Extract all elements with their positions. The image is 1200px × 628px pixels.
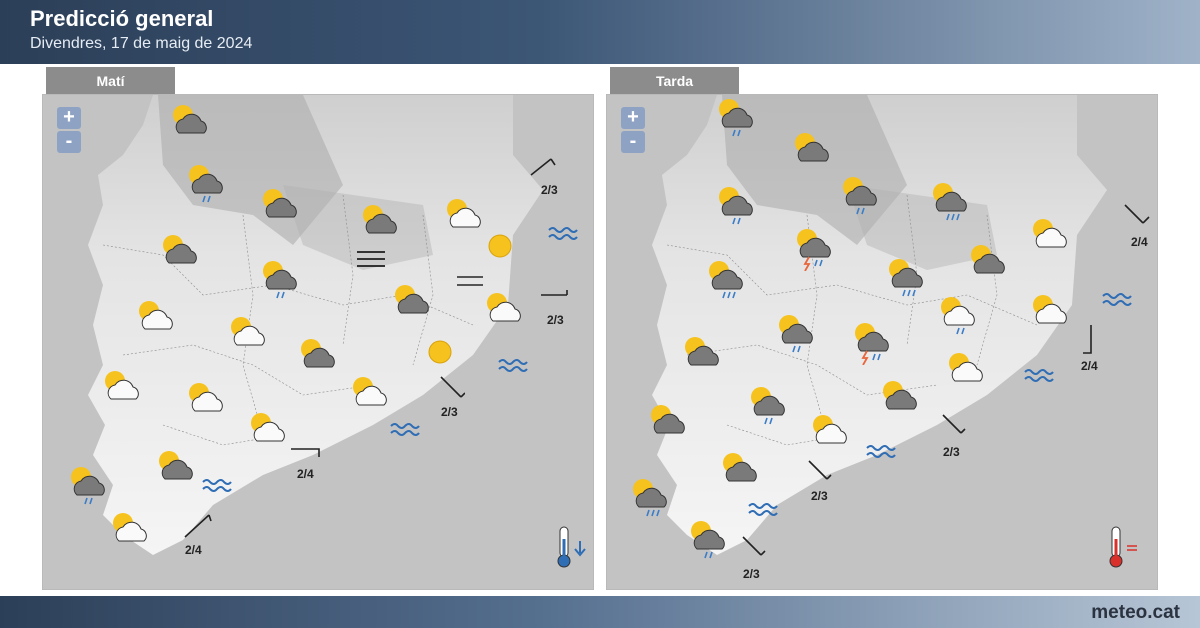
fog-icon [457, 276, 483, 286]
wind-speed-label: 2/3 [541, 183, 558, 197]
fog-icon [357, 251, 385, 267]
sun-white-cloud-icon [487, 293, 521, 322]
sun-white-cloud-icon [353, 377, 387, 406]
sun-cloud-rain-icon [633, 479, 667, 517]
sun-cloud-icon [795, 133, 829, 162]
sun-white-cloud-icon [1033, 219, 1067, 248]
tab-tarda[interactable]: Tarda [610, 67, 739, 95]
sun-white-cloud-icon [949, 353, 983, 382]
sun-cloud-rain-icon [889, 259, 923, 297]
sun-cloud-rain-icon [843, 177, 877, 215]
wind-speed-label: 2/4 [1131, 235, 1148, 249]
sun-cloud-icon [651, 405, 685, 434]
wind-arrow-icon [184, 514, 212, 538]
sun-white-cloud-icon [113, 513, 147, 542]
sun-cloud-rain-icon [263, 261, 297, 299]
logo-tld: .cat [1147, 602, 1180, 623]
wind-arrow-icon [808, 460, 832, 480]
sea-waves-icon [498, 359, 528, 372]
map-panel-mati[interactable]: + - 2/3 2/3 2/3 2/4 2/4 [42, 94, 594, 590]
sun-cloud-rain-icon [189, 165, 223, 203]
sea-waves-icon [548, 227, 578, 240]
tab-mati[interactable]: Matí [46, 67, 175, 95]
page-title: Predicció general [30, 6, 214, 31]
zoom-controls: + - [621, 107, 645, 155]
sea-waves-icon [1024, 369, 1054, 382]
sun-cloud-icon [971, 245, 1005, 274]
zoom-in-button[interactable]: + [57, 107, 81, 129]
map-panel-tarda[interactable]: + - 2/4 2/4 2/3 2/3 2/3 [606, 94, 1158, 590]
sun-cloud-icon [159, 451, 193, 480]
wind-speed-label: 2/4 [1081, 359, 1098, 373]
sun-cloud-icon [163, 235, 197, 264]
wind-speed-label: 2/3 [547, 313, 564, 327]
sun-cloud-icon [363, 205, 397, 234]
meteocat-logo[interactable]: meteo.cat [1091, 602, 1180, 624]
wind-arrow-icon [942, 414, 966, 434]
sun-white-cloud-icon [447, 199, 481, 228]
sea-waves-icon [1102, 293, 1132, 306]
sun-cloud-icon [173, 105, 207, 134]
header: Predicció general Divendres, 17 de maig … [0, 0, 1200, 64]
sun-white-cloud-icon [189, 383, 223, 412]
wind-speed-label: 2/4 [297, 467, 314, 481]
equal-icon [1127, 545, 1137, 551]
wind-speed-label: 2/3 [441, 405, 458, 419]
sun-icon [488, 234, 512, 258]
sun-storm-icon [855, 323, 889, 365]
wind-arrow-icon [440, 376, 465, 398]
wind-speed-label: 2/3 [943, 445, 960, 459]
sun-cloud-icon [301, 339, 335, 368]
sun-cloud-rain-icon [933, 183, 967, 221]
sun-white-cloud-icon [813, 415, 847, 444]
sun-white-cloud-icon [251, 413, 285, 442]
sun-cloud-icon [685, 337, 719, 366]
wind-arrow-icon [541, 290, 568, 296]
sea-waves-icon [390, 423, 420, 436]
wind-arrow-icon [1124, 204, 1150, 224]
wind-speed-label: 2/4 [185, 543, 202, 557]
sun-cloud-icon [723, 453, 757, 482]
sun-cloud-rain-icon [709, 261, 743, 299]
wind-speed-label: 2/3 [811, 489, 828, 503]
sun-white-cloud-icon [139, 301, 173, 330]
sea-waves-icon [748, 503, 778, 516]
wind-arrow-icon [1083, 325, 1092, 354]
sun-white-cloud-icon [105, 371, 139, 400]
zoom-out-button[interactable]: - [621, 131, 645, 153]
sun-cloud-rain-icon [691, 521, 725, 559]
wind-speed-label: 2/3 [743, 567, 760, 581]
arrow-down-icon [574, 541, 586, 557]
sun-cloud-rain-icon [719, 99, 753, 137]
zoom-out-button[interactable]: - [57, 131, 81, 153]
sun-cloud-icon [263, 189, 297, 218]
sun-icon [428, 340, 452, 364]
sun-cloud-rain-icon [719, 187, 753, 225]
sun-cloud-rain-icon [779, 315, 813, 353]
zoom-controls: + - [57, 107, 81, 155]
sun-white-cloud-icon [1033, 295, 1067, 324]
wind-arrow-icon [291, 448, 320, 457]
sun-white-cloud-rain-icon [941, 297, 975, 335]
sun-white-cloud-icon [231, 317, 265, 346]
sea-waves-icon [202, 479, 232, 492]
page-subtitle: Divendres, 17 de maig de 2024 [30, 35, 253, 52]
sea-waves-icon [866, 445, 896, 458]
zoom-in-button[interactable]: + [621, 107, 645, 129]
logo-name: meteo [1091, 602, 1148, 623]
sun-cloud-rain-icon [71, 467, 105, 505]
footer: meteo.cat [0, 596, 1200, 628]
wind-arrow-icon [530, 158, 556, 176]
sun-cloud-icon [883, 381, 917, 410]
sun-cloud-icon [395, 285, 429, 314]
wind-arrow-icon [742, 536, 766, 556]
sun-cloud-rain-icon [751, 387, 785, 425]
sun-storm-icon [797, 229, 831, 271]
content: Matí + - 2/3 2/3 2/3 2/4 2/4 Tarda + - 2… [0, 64, 1200, 596]
